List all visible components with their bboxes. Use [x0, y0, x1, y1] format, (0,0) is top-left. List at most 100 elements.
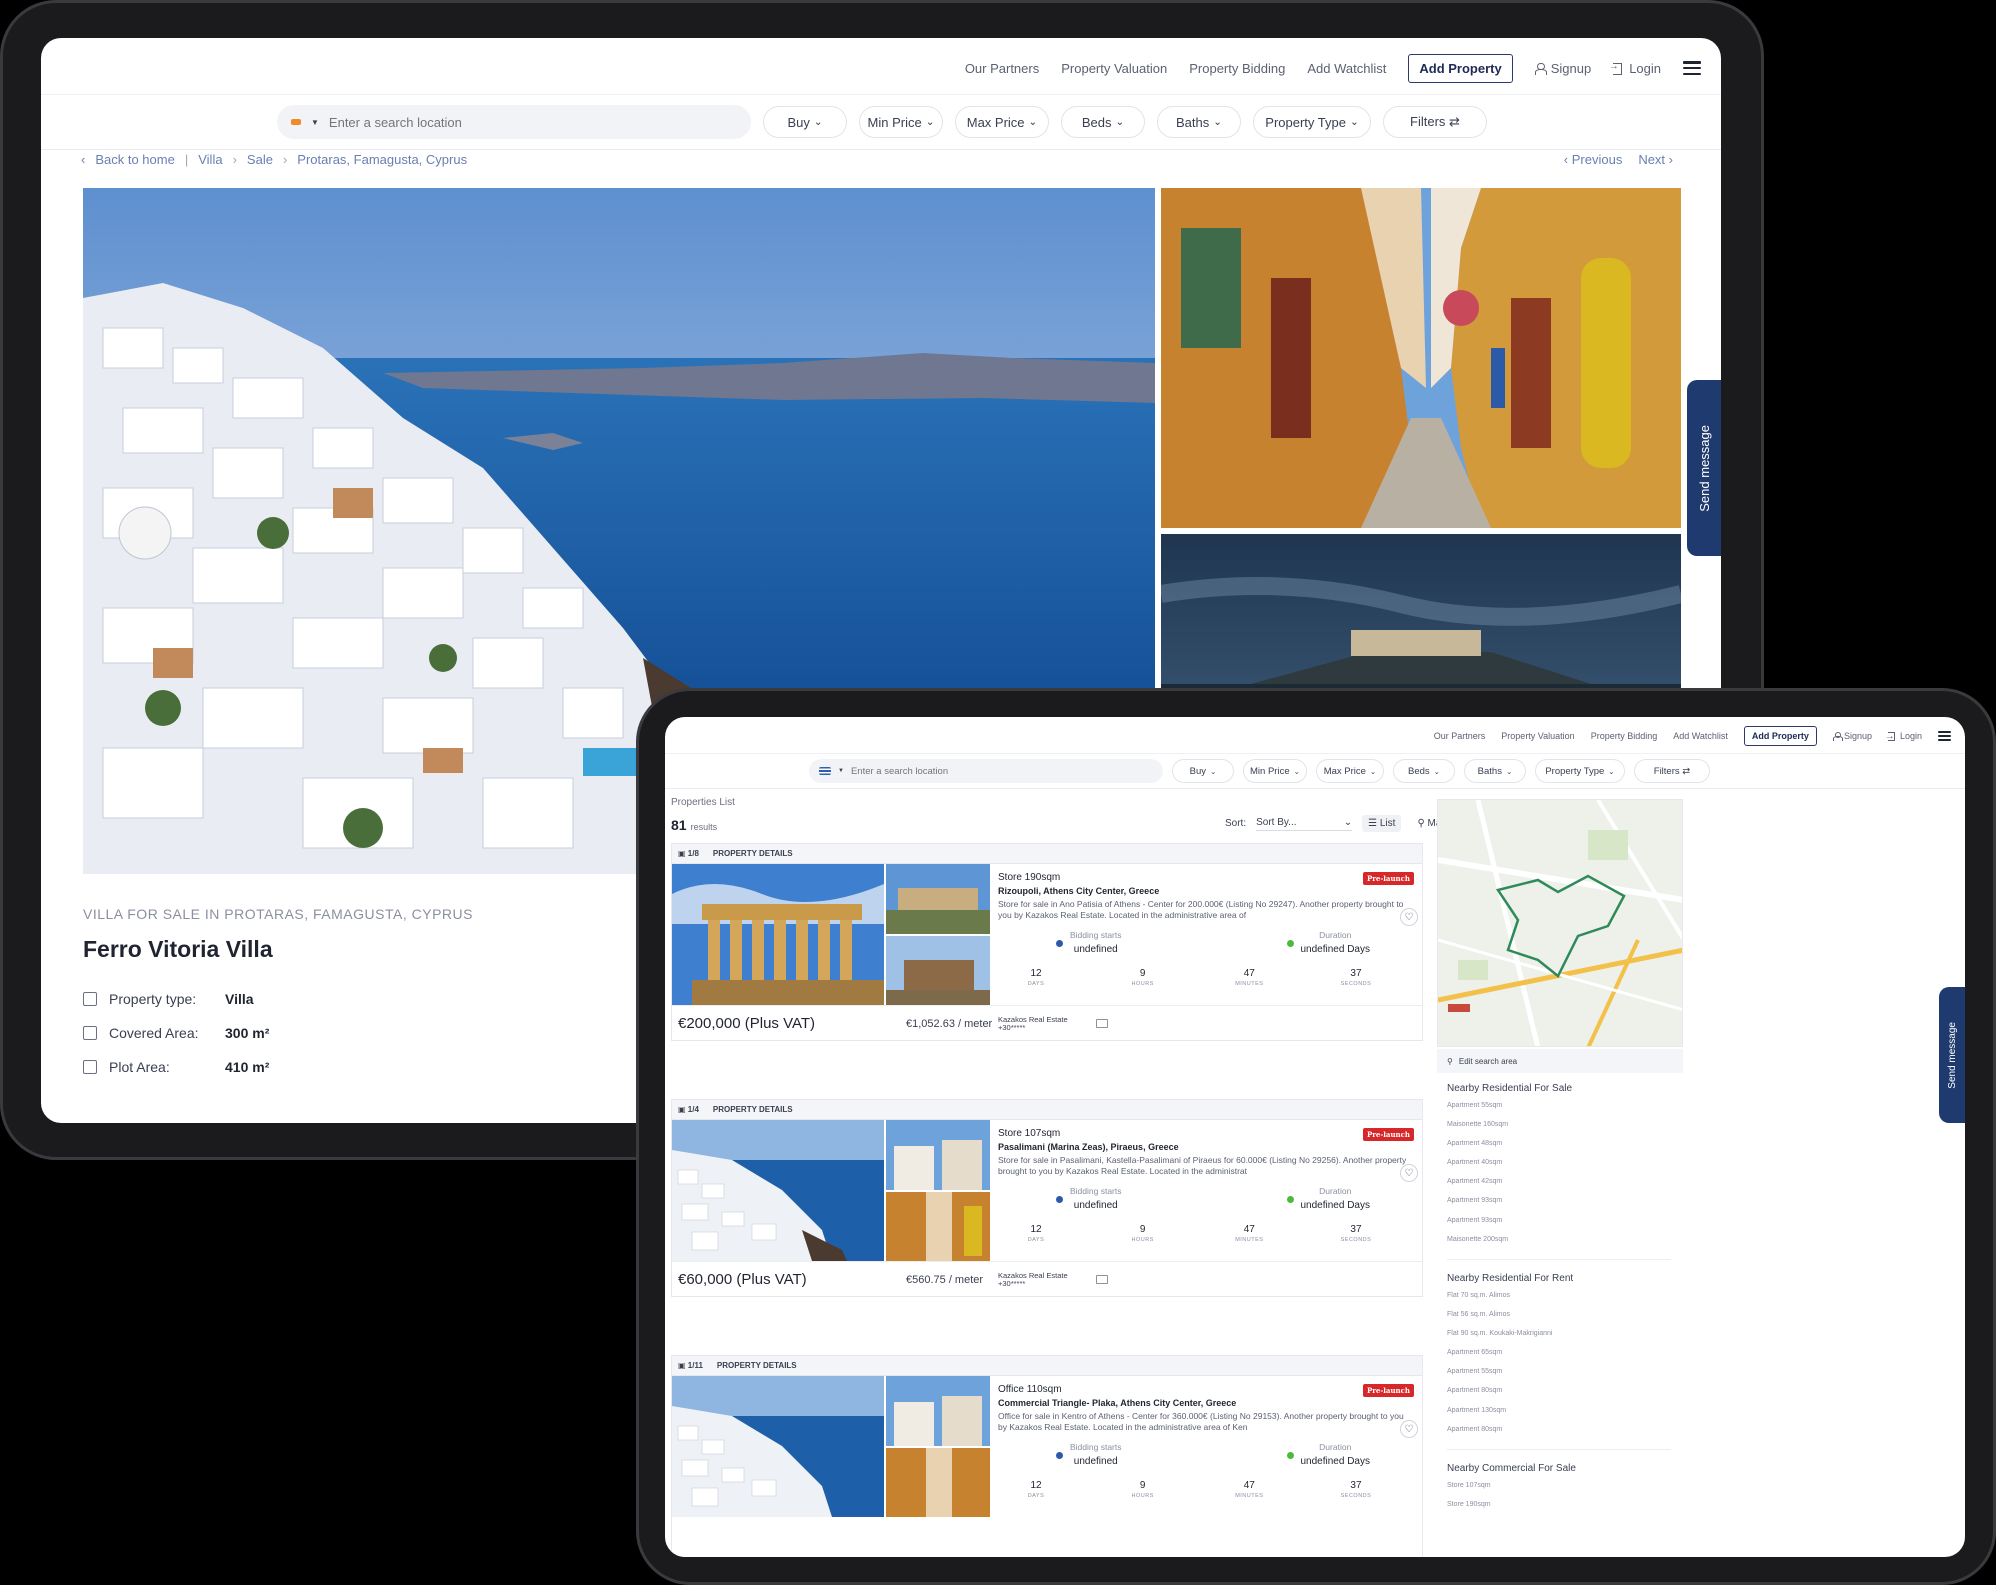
card-title[interactable]: Store 190sqm	[998, 872, 1414, 883]
card-header-label: PROPERTY DETAILS	[716, 1361, 797, 1370]
heart-icon[interactable]: ♡	[1400, 908, 1418, 926]
nearby-item[interactable]: Maisonette 160sqm	[1447, 1119, 1687, 1138]
filter-beds[interactable]: Beds ⌄	[1393, 759, 1455, 783]
nearby-item[interactable]: Flat 56 sq.m. Alimos	[1447, 1309, 1687, 1328]
nav-property-bidding[interactable]: Property Bidding	[1189, 61, 1285, 76]
filter-min-price[interactable]: Min Price ⌄	[859, 106, 943, 138]
next-link[interactable]: Next ›	[1638, 152, 1673, 167]
nearby-item[interactable]: Store 190sqm	[1447, 1499, 1687, 1518]
card-header: ▣ 1/8 PROPERTY DETAILS	[672, 844, 1422, 864]
login-link[interactable]: Login	[1609, 61, 1661, 76]
country-flag-icon[interactable]	[819, 767, 831, 775]
search-input[interactable]	[328, 114, 709, 130]
sort-select[interactable]: Sort By... ⌄	[1256, 817, 1353, 831]
filter-min-price[interactable]: Min Price ⌄	[1243, 759, 1307, 783]
filter-buy[interactable]: Buy ⌄	[1172, 759, 1234, 783]
mail-icon[interactable]	[1096, 1019, 1108, 1028]
filter-baths[interactable]: Baths ⌄	[1464, 759, 1526, 783]
nearby-item[interactable]: Store 107sqm	[1447, 1480, 1687, 1499]
filters-button[interactable]: Filters ⇄	[1383, 106, 1487, 138]
countdown-unit: HOURS	[1131, 1237, 1154, 1243]
breadcrumb-location[interactable]: Protaras, Famagusta, Cyprus	[297, 152, 467, 167]
bidding-value: undefined	[1073, 1200, 1118, 1211]
nearby-item[interactable]: Apartment 93sqm	[1447, 1195, 1687, 1214]
previous-link[interactable]: ‹ Previous	[1564, 152, 1623, 167]
signup-link[interactable]: Signup	[1535, 61, 1591, 76]
filter-baths[interactable]: Baths ⌄	[1157, 106, 1241, 138]
countdown-number: 37	[1350, 1480, 1362, 1491]
nearby-item[interactable]: Apartment 65sqm	[1447, 1347, 1687, 1366]
previous-label: Previous	[1571, 152, 1623, 167]
filter-property-type[interactable]: Property Type ⌄	[1253, 106, 1371, 138]
search-input[interactable]	[850, 765, 1131, 777]
nav-our-partners[interactable]: Our Partners	[1434, 731, 1486, 741]
send-message-tab[interactable]: Send message	[1939, 987, 1965, 1123]
chevron-down-icon: ⌄	[1608, 766, 1615, 776]
nearby-item[interactable]: Flat 70 sq.m. Alimos	[1447, 1290, 1687, 1309]
filter-buy[interactable]: Buy ⌄	[763, 106, 847, 138]
nav-add-watchlist[interactable]: Add Watchlist	[1673, 731, 1728, 741]
login-link[interactable]: Login	[1885, 731, 1922, 742]
nearby-item[interactable]: Apartment 55sqm	[1447, 1366, 1687, 1385]
nearby-item[interactable]: Apartment 48sqm	[1447, 1138, 1687, 1157]
breadcrumb-sale[interactable]: Sale	[247, 152, 273, 167]
card-title[interactable]: Store 107sqm	[998, 1128, 1414, 1139]
breadcrumb-back-home[interactable]: Back to home	[95, 152, 175, 167]
add-property-button[interactable]: Add Property	[1408, 53, 1513, 83]
nearby-item[interactable]: Apartment 55sqm	[1447, 1100, 1687, 1119]
agent-info[interactable]: Kazakos Real Estate +30*****	[998, 1271, 1068, 1288]
nearby-item[interactable]: Maisonette 200sqm	[1447, 1234, 1687, 1253]
heart-icon[interactable]: ♡	[1400, 1420, 1418, 1438]
view-list-toggle[interactable]: ☰ List	[1362, 815, 1402, 832]
country-flag-icon[interactable]	[291, 119, 301, 125]
chevron-down-icon: ⌄	[925, 117, 935, 128]
edit-search-area[interactable]: ⚲ Edit search area	[1437, 1049, 1683, 1073]
hamburger-menu-icon[interactable]	[1938, 731, 1951, 741]
side-photo-alley[interactable]	[1161, 188, 1681, 528]
nearby-item[interactable]: Apartment 40sqm	[1447, 1157, 1687, 1176]
nav-add-watchlist[interactable]: Add Watchlist	[1307, 61, 1386, 76]
card-title[interactable]: Office 110sqm	[998, 1384, 1414, 1395]
card-photos[interactable]	[672, 1376, 990, 1517]
card-photos[interactable]	[672, 1120, 990, 1261]
area-icon	[83, 1060, 97, 1074]
mail-icon[interactable]	[1096, 1275, 1108, 1284]
add-property-button[interactable]: Add Property	[1743, 726, 1817, 746]
filter-beds[interactable]: Beds ⌄	[1061, 106, 1145, 138]
nav-property-valuation[interactable]: Property Valuation	[1061, 61, 1167, 76]
nav-our-partners[interactable]: Our Partners	[965, 61, 1039, 76]
property-card[interactable]: ▣ 1/8 PROPERTY DETAILS Store 190sqm Rizo…	[671, 843, 1423, 1041]
card-photos[interactable]	[672, 864, 990, 1005]
photo-count: 1/8	[687, 849, 699, 858]
nearby-item[interactable]: Apartment 80sqm	[1447, 1424, 1687, 1443]
breadcrumb-separator: |	[184, 152, 189, 167]
signup-link[interactable]: Signup	[1833, 731, 1872, 742]
agent-info[interactable]: Kazakos Real Estate +30*****	[998, 1015, 1068, 1032]
nearby-item[interactable]: Apartment 42sqm	[1447, 1176, 1687, 1195]
nearby-item[interactable]: Apartment 130sqm	[1447, 1405, 1687, 1424]
hamburger-menu-icon[interactable]	[1683, 61, 1701, 75]
breadcrumb-villa[interactable]: Villa	[198, 152, 222, 167]
nav-property-bidding[interactable]: Property Bidding	[1591, 731, 1658, 741]
search-location-box[interactable]: ▼	[277, 105, 751, 139]
send-message-tab[interactable]: Send message	[1687, 380, 1721, 556]
filters-button[interactable]: Filters ⇄	[1634, 759, 1710, 783]
map-pin-icon: ⚲	[1417, 818, 1428, 829]
map-panel[interactable]	[1437, 799, 1683, 1047]
heart-icon[interactable]: ♡	[1400, 1164, 1418, 1182]
filter-max-price[interactable]: Max Price ⌄	[955, 106, 1049, 138]
fact-value: 300 m²	[225, 1025, 270, 1041]
flag-dropdown-icon[interactable]: ▼	[838, 768, 844, 774]
property-card[interactable]: ▣ 1/11 PROPERTY DETAILS Office 110sqm Com…	[671, 1355, 1423, 1557]
property-card[interactable]: ▣ 1/4 PROPERTY DETAILS Store 107sqm Pasa…	[671, 1099, 1423, 1297]
bidding-value: undefined	[1073, 1456, 1118, 1467]
nearby-item[interactable]: Apartment 93sqm	[1447, 1215, 1687, 1234]
filter-max-price[interactable]: Max Price ⌄	[1316, 759, 1384, 783]
filter-property-type[interactable]: Property Type ⌄	[1535, 759, 1625, 783]
nearby-item[interactable]: Flat 90 sq.m. Koukaki-Makrigianni	[1447, 1328, 1687, 1347]
fact-label: Property type:	[109, 991, 197, 1007]
flag-dropdown-icon[interactable]: ▼	[311, 118, 319, 127]
nearby-item[interactable]: Apartment 80sqm	[1447, 1385, 1687, 1404]
nav-property-valuation[interactable]: Property Valuation	[1501, 731, 1574, 741]
search-location-box[interactable]: ▼	[809, 759, 1163, 783]
